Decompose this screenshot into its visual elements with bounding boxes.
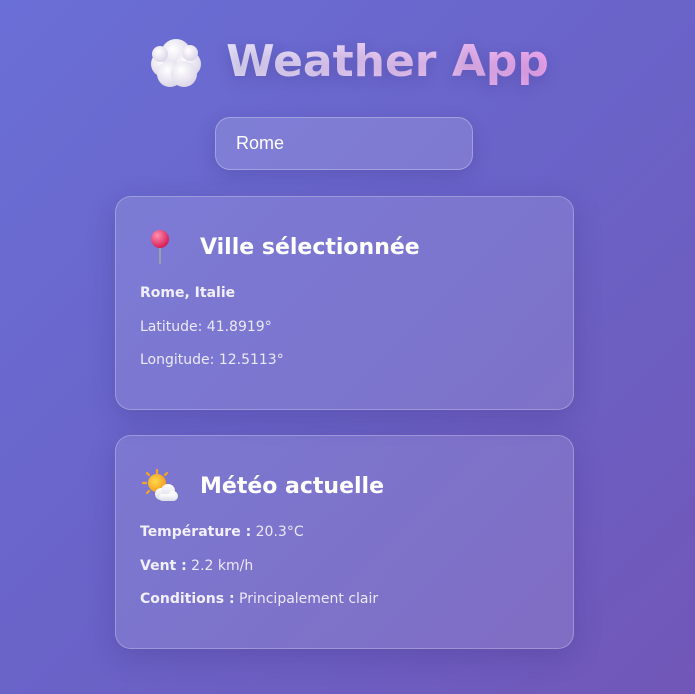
app-header: Weather App [0, 30, 695, 92]
city-name-line: Rome, Italie [140, 283, 549, 317]
temperature-value: 20.3°C [255, 524, 304, 540]
wind-line: Vent : 2.2 km/h [140, 556, 549, 590]
selected-city-title: Ville sélectionnée [200, 234, 420, 260]
selected-city-details: Rome, Italie Latitude: 41.8919° Longitud… [140, 283, 549, 384]
wind-value: 2.2 km/h [191, 557, 254, 574]
current-weather-header: Météo actuelle [140, 468, 549, 504]
conditions-value: Principalement clair [239, 591, 379, 607]
current-weather-title: Météo actuelle [200, 473, 385, 499]
current-weather-card: Météo actuelle Température : 20.3°C Vent… [115, 435, 574, 649]
sun-behind-cloud-icon [140, 468, 180, 504]
latitude-value: 41.8919° [206, 318, 272, 335]
longitude-label: Longitude: [140, 352, 215, 368]
city-name: Rome, Italie [140, 285, 236, 301]
selected-city-card: Ville sélectionnée Rome, Italie Latitude… [115, 196, 574, 410]
temperature-label: Température : [140, 524, 252, 540]
conditions-line: Conditions : Principalement clair [140, 589, 549, 623]
longitude-value: 12.5113° [218, 352, 284, 368]
latitude-label: Latitude: [140, 318, 203, 335]
latitude-line: Latitude: 41.8919° [140, 317, 549, 351]
app-title: Weather App [226, 35, 549, 87]
conditions-label: Conditions : [140, 591, 235, 607]
temperature-line: Température : 20.3°C [140, 522, 549, 556]
current-weather-details: Température : 20.3°C Vent : 2.2 km/h Con… [140, 522, 549, 623]
wind-label: Vent : [140, 557, 187, 574]
pushpin-icon [140, 229, 180, 265]
selected-city-header: Ville sélectionnée [140, 229, 549, 265]
longitude-line: Longitude: 12.5113° [140, 350, 549, 384]
city-search-input[interactable] [215, 117, 473, 170]
cloud-icon [151, 39, 202, 87]
